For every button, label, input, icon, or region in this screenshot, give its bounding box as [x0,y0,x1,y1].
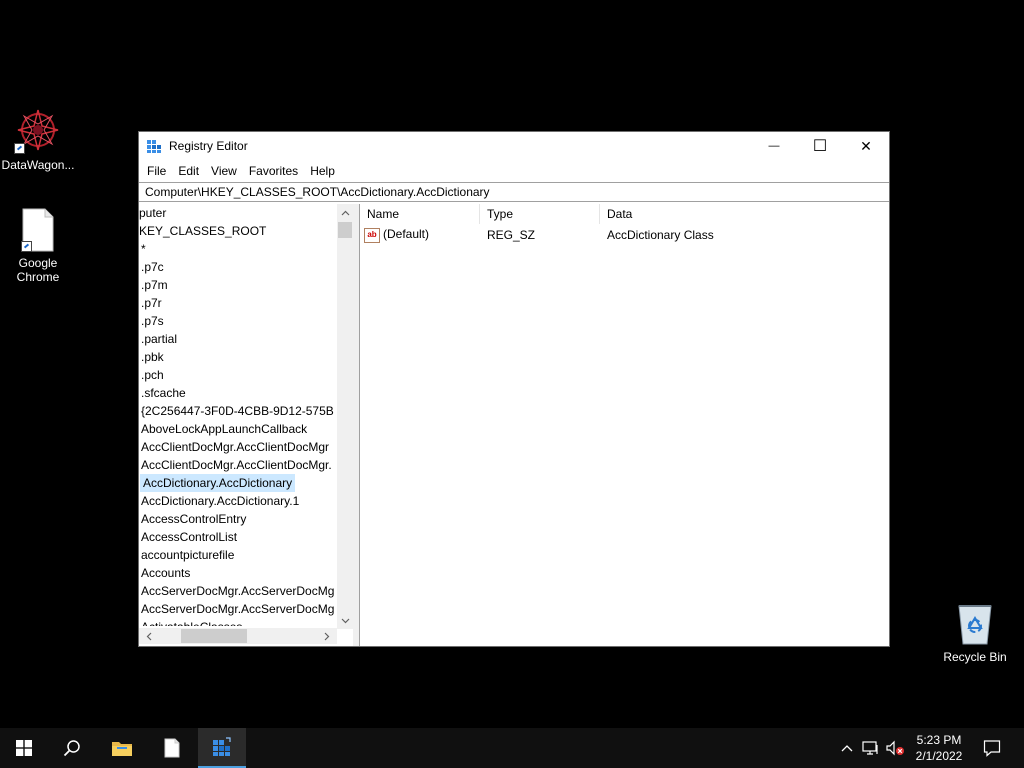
column-header-data[interactable]: Data [600,204,888,224]
tree-item[interactable]: .p7r [139,294,334,312]
key-tree: puter KEY_CLASSES_ROOT * .p7c .p7m .p7r … [139,204,334,626]
search-button[interactable] [48,728,96,768]
desktop-icon-recycle-bin[interactable]: Recycle Bin [937,602,1013,664]
tree-item[interactable]: AccClientDocMgr.AccClientDocMgr [139,438,334,456]
tree-item[interactable]: AccServerDocMgr.AccServerDocMgr [139,582,334,600]
tree-item[interactable]: AccessControlList [139,528,334,546]
start-button[interactable] [0,728,48,768]
notification-icon [983,740,1001,757]
tree-item[interactable]: .sfcache [139,384,334,402]
value-name: (Default) [383,227,430,242]
datawagon-icon [14,106,62,154]
tree-item[interactable]: AccServerDocMgr.AccServerDocMgr [139,600,334,618]
volume-button[interactable] [884,728,906,768]
tree-item[interactable]: .p7c [139,258,334,276]
tree-item[interactable]: .p7s [139,312,334,330]
network-icon [862,741,878,755]
tree-item[interactable]: AccessControlEntry [139,510,334,528]
desktop-icon-google-chrome[interactable]: Google Chrome [0,208,76,284]
taskbar-registry-editor[interactable] [198,728,246,768]
ab-string-icon: ab [364,227,380,243]
value-type: REG_SZ [487,228,536,242]
maximize-icon: ☐ [812,138,828,155]
address-bar[interactable]: Computer\HKEY_CLASSES_ROOT\AccDictionary… [139,182,889,202]
desktop-icon-label: DataWagon... [1,158,75,172]
tree-item[interactable]: AccDictionary.AccDictionary.1 [139,492,334,510]
menu-edit[interactable]: Edit [172,160,205,182]
values-list[interactable]: Name Type Data ab (Default) REG_SZ AccDic… [359,204,890,646]
menu-view[interactable]: View [205,160,243,182]
scroll-thumb[interactable] [338,222,352,238]
tree-item[interactable]: Accounts [139,564,334,582]
scroll-up-icon[interactable] [337,204,353,221]
scroll-left-icon[interactable] [141,628,157,644]
scroll-thumb[interactable] [181,629,247,643]
shortcut-arrow-icon [21,241,32,252]
menu-file[interactable]: File [141,160,172,182]
registry-editor-window[interactable]: Registry Editor — ☐ ✕ File Edit View Fav… [138,131,890,647]
taskbar: 5:23 PM 2/1/2022 [0,728,1024,768]
clock-date: 2/1/2022 [915,749,963,763]
tree-item[interactable]: AccClientDocMgr.AccClientDocMgr. [139,456,334,474]
shortcut-arrow-icon [14,143,25,154]
minimize-icon: — [768,140,780,152]
tree-item[interactable]: ActivatableClasses [139,618,334,626]
menu-favorites[interactable]: Favorites [243,160,304,182]
menu-bar: File Edit View Favorites Help [139,160,889,182]
window-title: Registry Editor [169,139,248,153]
action-center-button[interactable] [978,728,1006,768]
taskbar-file-explorer[interactable] [98,728,146,768]
document-icon [164,738,180,758]
column-header-type[interactable]: Type [480,204,600,224]
menu-help[interactable]: Help [304,160,341,182]
title-bar[interactable]: Registry Editor — ☐ ✕ [139,132,889,160]
scroll-down-icon[interactable] [337,612,353,629]
windows-logo-icon [16,740,32,756]
chevron-up-icon [841,745,853,752]
tree-item[interactable]: {2C256447-3F0D-4CBB-9D12-575BB2 [139,402,334,420]
show-hidden-icons-button[interactable] [838,728,856,768]
recycle-bin-icon [955,602,995,646]
close-icon: ✕ [860,137,872,154]
desktop-icon-label: Recycle Bin [943,650,1007,664]
folder-icon [112,742,132,756]
registry-editor-icon [213,737,231,756]
tree-item[interactable]: KEY_CLASSES_ROOT [139,222,334,240]
tree-item-selected[interactable]: AccDictionary.AccDictionary [140,474,296,492]
volume-muted-icon [886,740,904,756]
key-tree-pane[interactable]: puter KEY_CLASSES_ROOT * .p7c .p7m .p7r … [139,204,353,646]
blank-file-icon [21,208,55,252]
tree-item[interactable]: .p7m [139,276,334,294]
tree-horizontal-scrollbar[interactable] [139,628,337,644]
close-button[interactable]: ✕ [843,132,889,160]
tree-item[interactable]: puter [139,204,334,222]
maximize-button[interactable]: ☐ [797,132,843,160]
desktop-icon-label: Google Chrome [16,256,60,284]
list-header: Name Type Data [360,204,890,224]
clock-time: 5:23 PM [916,733,962,747]
taskbar-notepad[interactable] [148,728,196,768]
network-button[interactable] [860,728,882,768]
tree-item[interactable]: * [139,240,334,258]
tree-item[interactable]: AboveLockAppLaunchCallback [139,420,334,438]
column-header-name[interactable]: Name [360,204,480,224]
search-icon [63,740,80,757]
value-data: AccDictionary Class [607,228,714,242]
desktop-icon-datawagon[interactable]: DataWagon... [0,106,76,172]
list-row[interactable]: ab (Default) REG_SZ AccDictionary Class [360,224,890,246]
tree-item[interactable]: .pbk [139,348,334,366]
tree-item[interactable]: .partial [139,330,334,348]
tree-item[interactable]: accountpicturefile [139,546,334,564]
registry-editor-icon [146,138,162,154]
scroll-right-icon[interactable] [319,628,335,644]
clock[interactable]: 5:23 PM 2/1/2022 [905,732,973,764]
tree-item[interactable]: .pch [139,366,334,384]
minimize-button[interactable]: — [751,132,797,160]
tree-vertical-scrollbar[interactable] [337,204,353,629]
